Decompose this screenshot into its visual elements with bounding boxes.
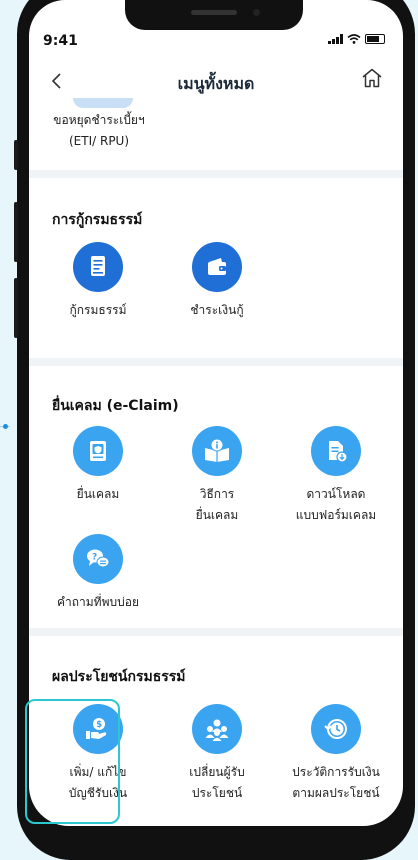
- label-line1: วิธีการ: [199, 487, 235, 501]
- menu-item-label: เปลี่ยนผู้รับ ประโยชน์: [161, 762, 273, 804]
- menu-item-label: ประวัติการรับเงิน ตามผลประโยชน์: [280, 762, 392, 804]
- partial-item-label: ขอหยุดชำระเบี้ยฯ (ETI/ RPU): [29, 110, 169, 152]
- menu-item-repay-loan[interactable]: ชำระเงินกู้: [161, 242, 273, 321]
- benefit-section-title: ผลประโยชน์กรมธรรม์: [52, 669, 186, 685]
- status-bar: 9:41: [29, 0, 403, 50]
- menu-item-faq[interactable]: ? คำถามที่พบบ่อย: [42, 534, 154, 613]
- partial-menu-item[interactable]: ขอหยุดชำระเบี้ยฯ (ETI/ RPU): [29, 98, 403, 170]
- label-line1: ดาวน์โหลด: [306, 487, 366, 501]
- menu-item-label: กู้กรมธรรม์: [69, 303, 127, 317]
- home-button[interactable]: [361, 68, 383, 92]
- claim-section: ยื่นเคลม (e-Claim) ยื่นเคลม วิธีการ ยื่น…: [29, 366, 403, 628]
- wallet-icon: [192, 242, 242, 292]
- menu-item-label: คำถามที่พบบ่อย: [57, 595, 139, 609]
- label-line1: ประวัติการรับเงิน: [292, 765, 380, 779]
- menu-item-claim-howto[interactable]: วิธีการ ยื่นเคลม: [161, 426, 273, 526]
- status-icons: [328, 34, 385, 44]
- partial-label-line2: (ETI/ RPU): [68, 134, 130, 148]
- menu-item-submit-claim[interactable]: ยื่นเคลม: [42, 426, 154, 505]
- loan-section: การกู้กรมธรรม์ กู้กรมธรรม์ ชำระเงินกู้: [29, 178, 403, 338]
- beneficiary-group-icon: [192, 704, 242, 754]
- label-line2: แบบฟอร์มเคลม: [295, 508, 377, 522]
- section-divider: [29, 628, 403, 636]
- info-book-icon: [192, 426, 242, 476]
- menu-item-download-claim-form[interactable]: ดาวน์โหลด แบบฟอร์มเคลม: [280, 426, 392, 526]
- section-divider: [29, 170, 403, 178]
- battery-icon: [365, 34, 385, 44]
- signal-icon: [328, 34, 343, 44]
- page-title: เมนูทั้งหมด: [177, 74, 255, 93]
- loan-document-icon: [73, 242, 123, 292]
- menu-item-change-beneficiary[interactable]: เปลี่ยนผู้รับ ประโยชน์: [161, 704, 273, 804]
- selected-item-highlight: [25, 699, 120, 824]
- menu-item-label: ดาวน์โหลด แบบฟอร์มเคลม: [280, 484, 392, 526]
- label-line2: ประโยชน์: [191, 786, 243, 800]
- decorative-dot: [3, 424, 8, 429]
- wifi-icon: [347, 34, 361, 44]
- menu-item-loan[interactable]: กู้กรมธรรม์: [42, 242, 154, 321]
- svg-text:?: ?: [92, 553, 97, 563]
- claim-form-icon: [73, 426, 123, 476]
- menu-item-label: ชำระเงินกู้: [190, 303, 244, 317]
- label-line1: เปลี่ยนผู้รับ: [189, 765, 245, 779]
- status-time: 9:41: [43, 33, 78, 49]
- menu-item-benefit-history[interactable]: ประวัติการรับเงิน ตามผลประโยชน์: [280, 704, 392, 804]
- menu-item-label: วิธีการ ยื่นเคลม: [161, 484, 273, 526]
- volume-down-button: [14, 278, 18, 338]
- faq-chat-icon: ?: [73, 534, 123, 584]
- claim-section-title: ยื่นเคลม (e-Claim): [52, 398, 179, 414]
- label-line2: ตามผลประโยชน์: [292, 786, 380, 800]
- section-divider: [29, 358, 403, 366]
- partial-label-line1: ขอหยุดชำระเบี้ยฯ: [53, 113, 145, 127]
- menu-item-label: ยื่นเคลม: [76, 487, 120, 501]
- history-clock-icon: [311, 704, 361, 754]
- mute-switch: [14, 140, 18, 170]
- home-icon: [362, 68, 382, 88]
- label-line2: ยื่นเคลม: [195, 508, 239, 522]
- download-form-icon: [311, 426, 361, 476]
- loan-section-title: การกู้กรมธรรม์: [52, 212, 143, 228]
- app-header: เมนูทั้งหมด: [29, 50, 403, 104]
- partial-item-icon: [73, 98, 133, 108]
- volume-up-button: [14, 202, 18, 262]
